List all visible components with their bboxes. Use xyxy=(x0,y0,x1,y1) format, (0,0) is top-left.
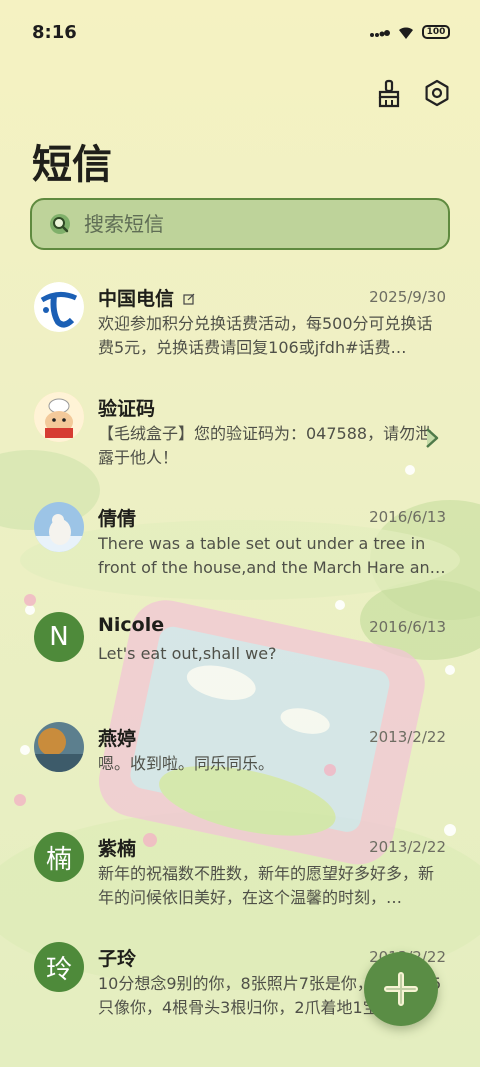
message-preview: 欢迎参加积分兑换话费活动，每500分可兑换话费5元，兑换话费请回复106或jfd… xyxy=(98,314,433,357)
contact-name: 倩倩 xyxy=(98,508,137,530)
plus-icon xyxy=(384,972,418,1006)
message-date: 2013/2/22 xyxy=(369,838,446,856)
message-preview: Let's eat out,shall we? xyxy=(98,644,277,663)
signal-icon xyxy=(370,30,390,37)
conversation-item[interactable]: 倩倩 2016/6/13 There was a table set out u… xyxy=(0,490,480,600)
message-preview: There was a table set out under a tree i… xyxy=(98,534,446,577)
conversation-item[interactable]: N Nicole 2016/6/13 Let's eat out,shall w… xyxy=(0,600,480,710)
message-date: 2016/6/13 xyxy=(369,508,446,526)
wifi-icon xyxy=(399,27,413,39)
top-actions xyxy=(374,78,452,108)
avatar-letter: 玲 xyxy=(34,942,84,992)
conversation-item[interactable]: 燕婷 2013/2/22 嗯。收到啦。同乐同乐。 xyxy=(0,710,480,820)
search-bar[interactable] xyxy=(30,198,450,250)
message-preview: 【毛绒盒子】您的验证码为：047588，请勿泄露于他人！ xyxy=(98,424,432,467)
avatar-photo xyxy=(34,722,84,772)
chevron-right-icon[interactable] xyxy=(424,426,442,450)
conversation-item[interactable]: 楠 紫楠 2013/2/22 新年的祝福数不胜数，新年的愿望好多好多，新年的问候… xyxy=(0,820,480,930)
conversation-item[interactable]: 中国电信 2025/9/30 欢迎参加积分兑换话费活动，每500分可兑换话费5元… xyxy=(0,270,480,380)
battery-icon: 100 xyxy=(422,25,450,39)
external-link-icon xyxy=(183,293,195,305)
message-date: 2016/6/13 xyxy=(369,618,446,636)
search-input[interactable] xyxy=(82,211,426,237)
contact-name: 燕婷 xyxy=(98,728,137,750)
china-telecom-logo-icon xyxy=(34,282,84,332)
cartoon-avatar-icon xyxy=(34,392,84,442)
new-message-button[interactable] xyxy=(364,952,438,1026)
avatar-polar-bear xyxy=(34,502,84,552)
contact-name: 子玲 xyxy=(98,948,137,970)
search-icon xyxy=(50,214,70,234)
message-list: 中国电信 2025/9/30 欢迎参加积分兑换话费活动，每500分可兑换话费5元… xyxy=(0,270,480,1040)
contact-name: 紫楠 xyxy=(98,838,137,860)
status-bar: 8:16 100 xyxy=(0,0,480,68)
broom-icon[interactable] xyxy=(374,78,404,108)
avatar-letter: N xyxy=(34,612,84,662)
status-icons: 100 xyxy=(370,24,450,40)
status-time: 8:16 xyxy=(32,22,77,43)
polar-bear-photo-icon xyxy=(34,502,84,552)
contact-name: Nicole xyxy=(98,614,165,636)
avatar-telecom xyxy=(34,282,84,332)
photo-avatar-icon xyxy=(34,722,84,772)
conversation-item[interactable]: 验证码 【毛绒盒子】您的验证码为：047588，请勿泄露于他人！ xyxy=(0,380,480,490)
message-date: 2025/9/30 xyxy=(369,288,446,306)
contact-name: 验证码 xyxy=(98,398,156,420)
avatar-letter: 楠 xyxy=(34,832,84,882)
message-preview: 新年的祝福数不胜数，新年的愿望好多好多，新年的问候依旧美好，在这个温馨的时刻，… xyxy=(98,864,435,907)
contact-name: 中国电信 xyxy=(98,284,195,311)
settings-icon[interactable] xyxy=(422,78,452,108)
message-date: 2013/2/22 xyxy=(369,728,446,746)
page-title: 短信 xyxy=(32,142,112,188)
message-preview: 嗯。收到啦。同乐同乐。 xyxy=(98,754,275,773)
avatar-cartoon xyxy=(34,392,84,442)
